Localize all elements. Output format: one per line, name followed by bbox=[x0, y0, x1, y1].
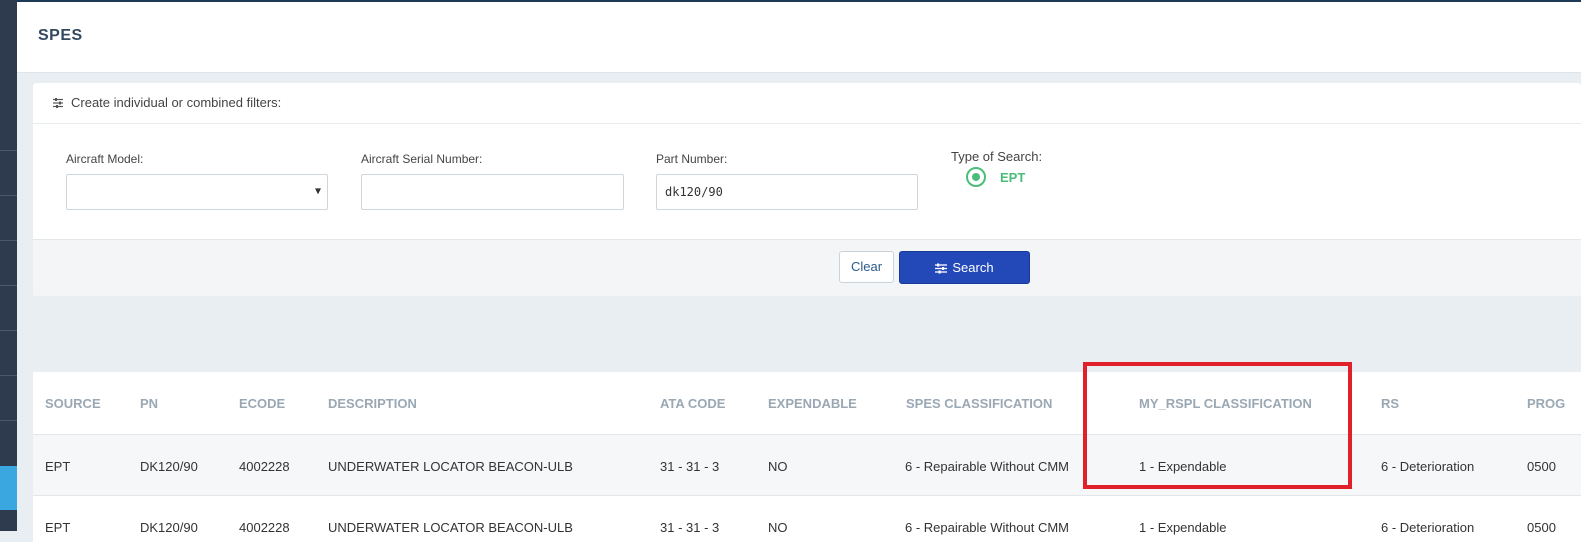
column-header-description[interactable]: DESCRIPTION bbox=[328, 396, 417, 411]
sidebar-divider bbox=[0, 375, 17, 376]
sidebar-divider bbox=[0, 285, 17, 286]
sidebar-divider bbox=[0, 240, 17, 241]
cell-ecode: 4002228 bbox=[239, 459, 290, 474]
filter-heading: Create individual or combined filters: bbox=[71, 95, 282, 110]
part-number-label: Part Number: bbox=[656, 152, 728, 166]
sidebar-divider bbox=[0, 330, 17, 331]
sidebar-active-item[interactable] bbox=[0, 466, 17, 510]
page-header: SPES bbox=[17, 2, 1581, 73]
sidebar-divider bbox=[0, 150, 17, 151]
cell-ecode: 4002228 bbox=[239, 520, 290, 535]
aircraft-serial-label: Aircraft Serial Number: bbox=[361, 152, 483, 166]
column-header-source[interactable]: SOURCE bbox=[45, 396, 101, 411]
left-sidebar bbox=[0, 0, 17, 531]
filter-panel: Create individual or combined filters: A… bbox=[33, 83, 1581, 296]
column-header-ecode[interactable]: ECODE bbox=[239, 396, 285, 411]
sliders-icon bbox=[935, 263, 948, 274]
cell-prog: 0500 bbox=[1527, 459, 1556, 474]
cell-description: UNDERWATER LOCATOR BEACON-ULB bbox=[328, 520, 573, 535]
column-header-my-rspl-classification[interactable]: MY_RSPL CLASSIFICATION bbox=[1139, 396, 1312, 411]
cell-my-rspl-classification: 1 - Expendable bbox=[1139, 459, 1227, 474]
aircraft-model-select[interactable]: ▼ bbox=[66, 174, 328, 210]
cell-ata-code: 31 - 31 - 3 bbox=[660, 459, 720, 474]
cell-pn: DK120/90 bbox=[140, 459, 198, 474]
clear-button[interactable]: Clear bbox=[839, 251, 894, 283]
cell-pn: DK120/90 bbox=[140, 520, 198, 535]
column-header-spes-classification[interactable]: SPES CLASSIFICATION bbox=[906, 396, 1052, 411]
row-divider bbox=[33, 495, 1581, 496]
cell-expendable: NO bbox=[768, 520, 788, 535]
ept-radio[interactable] bbox=[966, 167, 986, 187]
cell-spes-classification: 6 - Repairable Without CMM bbox=[905, 459, 1069, 474]
column-header-pn[interactable]: PN bbox=[140, 396, 158, 411]
page-title: SPES bbox=[38, 27, 83, 44]
search-button-label: Search bbox=[952, 260, 994, 275]
filter-panel-header: Create individual or combined filters: bbox=[33, 83, 1581, 124]
cell-description: UNDERWATER LOCATOR BEACON-ULB bbox=[328, 459, 573, 474]
filter-actions: Clear Search bbox=[33, 239, 1581, 296]
column-header-rs[interactable]: RS bbox=[1381, 396, 1399, 411]
radio-selected-dot bbox=[972, 173, 980, 181]
sidebar-divider bbox=[0, 195, 17, 196]
cell-my-rspl-classification: 1 - Expendable bbox=[1139, 520, 1227, 535]
cell-rs: 6 - Deterioration bbox=[1381, 459, 1475, 474]
cell-rs: 6 - Deterioration bbox=[1381, 520, 1475, 535]
aircraft-model-label: Aircraft Model: bbox=[66, 152, 144, 166]
ept-radio-label[interactable]: EPT bbox=[1000, 170, 1025, 185]
column-header-ata-code[interactable]: ATA CODE bbox=[660, 396, 725, 411]
caret-down-icon: ▼ bbox=[314, 186, 321, 197]
search-type-label: Type of Search: bbox=[951, 149, 1043, 164]
cell-source: EPT bbox=[45, 520, 71, 535]
cell-source: EPT bbox=[45, 459, 71, 474]
search-button[interactable]: Search bbox=[899, 251, 1030, 284]
cell-expendable: NO bbox=[768, 459, 788, 474]
column-header-prog[interactable]: PROG bbox=[1527, 396, 1565, 411]
part-number-input[interactable]: dk120/90 bbox=[656, 174, 918, 210]
sliders-icon bbox=[52, 96, 64, 114]
results-table: SOURCE PN ECODE DESCRIPTION ATA CODE EXP… bbox=[33, 372, 1581, 542]
cell-spes-classification: 6 - Repairable Without CMM bbox=[905, 520, 1069, 535]
aircraft-serial-input[interactable] bbox=[361, 174, 624, 210]
column-header-expendable[interactable]: EXPENDABLE bbox=[768, 396, 857, 411]
sidebar-divider bbox=[0, 420, 17, 421]
cell-prog: 0500 bbox=[1527, 520, 1556, 535]
cell-ata-code: 31 - 31 - 3 bbox=[660, 520, 720, 535]
